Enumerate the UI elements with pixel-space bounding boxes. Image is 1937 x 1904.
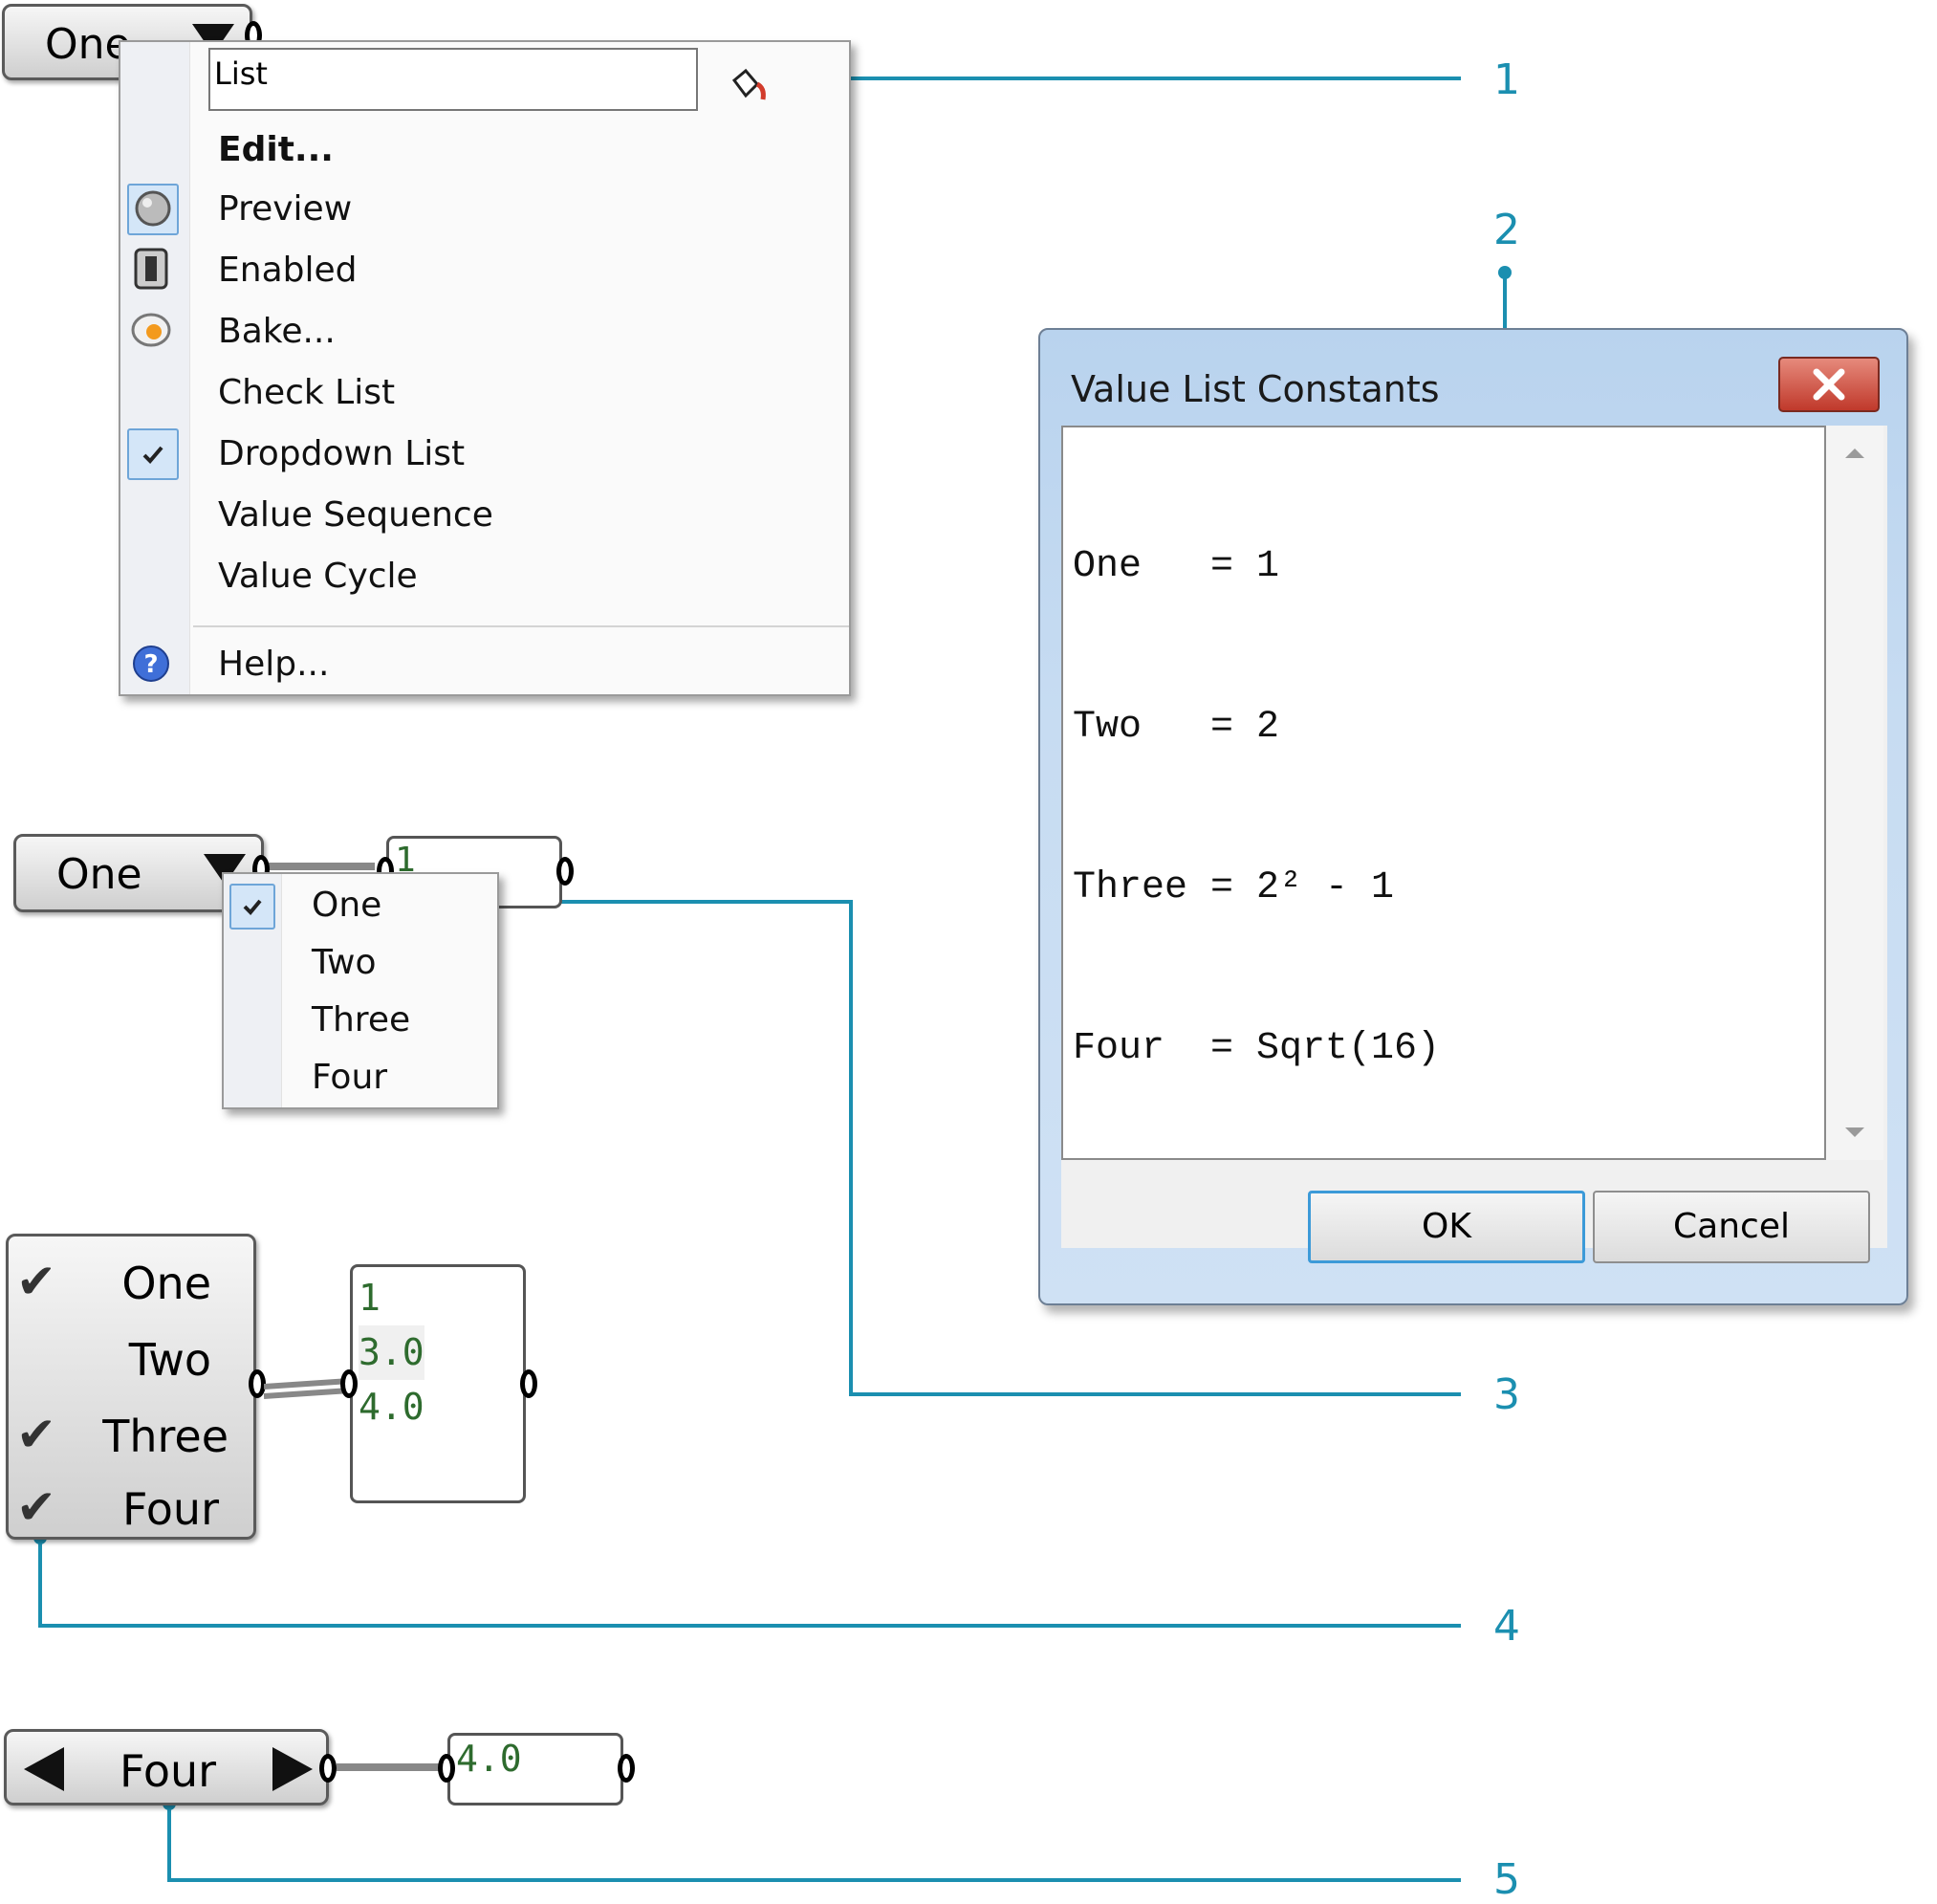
context-menu: List Edit... Preview Enabled Bake... Che…	[119, 40, 851, 696]
dialog-body: One = 1 Two = 2 Three = 2² - 1 Four = Sq…	[1061, 426, 1887, 1263]
check-list-item-label: Two	[128, 1334, 211, 1386]
output-grip[interactable]	[556, 857, 574, 886]
panel-value: 4.0	[456, 1738, 522, 1780]
dialog-title: Value List Constants	[1071, 368, 1440, 410]
output-panel: 4.0	[447, 1733, 623, 1806]
constant-line: One = 1	[1073, 545, 1280, 588]
name-input[interactable]: List	[208, 48, 698, 111]
cancel-button[interactable]: Cancel	[1593, 1191, 1870, 1263]
dropdown-menu: One Two Three Four	[222, 872, 499, 1109]
check-list-row[interactable]: ✔ Four	[9, 1474, 253, 1541]
menu-separator	[193, 625, 849, 627]
constant-line: Four = Sqrt(16)	[1073, 1027, 1441, 1070]
check-list-item-label: Three	[102, 1411, 229, 1462]
paint-bucket-icon[interactable]	[725, 63, 771, 105]
check-list-node: ✔ One Two ✔ Three ✔ Four	[6, 1234, 256, 1540]
callout-number-2: 2	[1493, 206, 1520, 254]
input-grip[interactable]	[438, 1754, 455, 1783]
scroll-down-arrow-icon[interactable]	[1826, 1114, 1883, 1152]
checkmark-icon: ✔	[16, 1254, 56, 1309]
check-list-item-label: One	[121, 1258, 211, 1309]
menu-item-enabled[interactable]: Enabled	[218, 251, 357, 290]
checkmark-icon	[127, 428, 179, 480]
callout-number-1: 1	[1493, 55, 1520, 104]
panel-value: 4.0	[359, 1386, 424, 1428]
dropdown-item[interactable]: Three	[312, 1000, 410, 1040]
constant-line: Two = 2	[1073, 706, 1280, 749]
output-grip[interactable]	[319, 1754, 337, 1783]
output-grip[interactable]	[520, 1369, 537, 1398]
constant-line: Three = 2² - 1	[1073, 866, 1395, 909]
ok-button[interactable]: OK	[1308, 1191, 1585, 1263]
next-arrow-icon[interactable]	[265, 1743, 318, 1795]
menu-item-bake[interactable]: Bake...	[218, 312, 336, 351]
check-list-row[interactable]: ✔ One	[9, 1244, 253, 1321]
panel-value: 3.0	[359, 1325, 424, 1380]
callout-number-3: 3	[1493, 1370, 1520, 1419]
check-list-item-label: Four	[121, 1483, 219, 1535]
constants-text-editor[interactable]: One = 1 Two = 2 Three = 2² - 1 Four = Sq…	[1061, 426, 1826, 1160]
checkmark-icon: ✔	[16, 1479, 56, 1535]
checkmark-icon: ✔	[16, 1407, 56, 1462]
check-list-row[interactable]: Two	[9, 1321, 253, 1397]
value-list-constants-dialog: Value List Constants One = 1 Two = 2 Thr…	[1038, 328, 1908, 1305]
panel-value: 1	[359, 1277, 381, 1319]
help-icon: ?	[127, 640, 179, 691]
dropdown-item[interactable]: Four	[312, 1058, 387, 1097]
menu-item-dropdown-list[interactable]: Dropdown List	[218, 434, 465, 473]
callout-number-4: 4	[1493, 1602, 1520, 1651]
value-cycle-node: Four	[4, 1729, 329, 1806]
output-panel: 1 3.0 4.0	[350, 1264, 526, 1503]
enabled-icon	[127, 245, 179, 296]
menu-item-value-sequence[interactable]: Value Sequence	[218, 495, 493, 535]
checkmark-icon	[229, 884, 275, 930]
menu-icon-gutter	[120, 42, 190, 694]
wire	[260, 863, 375, 870]
menu-item-value-cycle[interactable]: Value Cycle	[218, 557, 418, 596]
close-button[interactable]	[1778, 357, 1880, 412]
callout-number-5: 5	[1493, 1855, 1520, 1904]
dropdown-item[interactable]: Two	[312, 943, 377, 982]
value-cycle-label: Four	[120, 1745, 217, 1797]
vertical-scrollbar[interactable]	[1826, 426, 1883, 1160]
wire	[337, 1763, 444, 1771]
menu-item-check-list[interactable]: Check List	[218, 373, 395, 412]
menu-item-preview[interactable]: Preview	[218, 189, 352, 229]
check-list-row[interactable]: ✔ Three	[9, 1397, 253, 1474]
close-icon	[1813, 368, 1845, 401]
preview-icon	[127, 184, 179, 235]
bake-icon	[127, 305, 179, 357]
output-grip[interactable]	[618, 1754, 635, 1783]
scroll-up-arrow-icon[interactable]	[1826, 433, 1883, 471]
menu-item-help[interactable]: Help...	[218, 645, 329, 684]
svg-text:?: ?	[143, 650, 158, 679]
dropdown-item[interactable]: One	[312, 886, 381, 925]
input-grip[interactable]	[340, 1369, 358, 1398]
name-input-value: List	[214, 55, 268, 92]
dropdown-node-label: One	[56, 850, 142, 899]
previous-arrow-icon[interactable]	[18, 1743, 72, 1795]
menu-item-edit[interactable]: Edit...	[218, 130, 334, 169]
